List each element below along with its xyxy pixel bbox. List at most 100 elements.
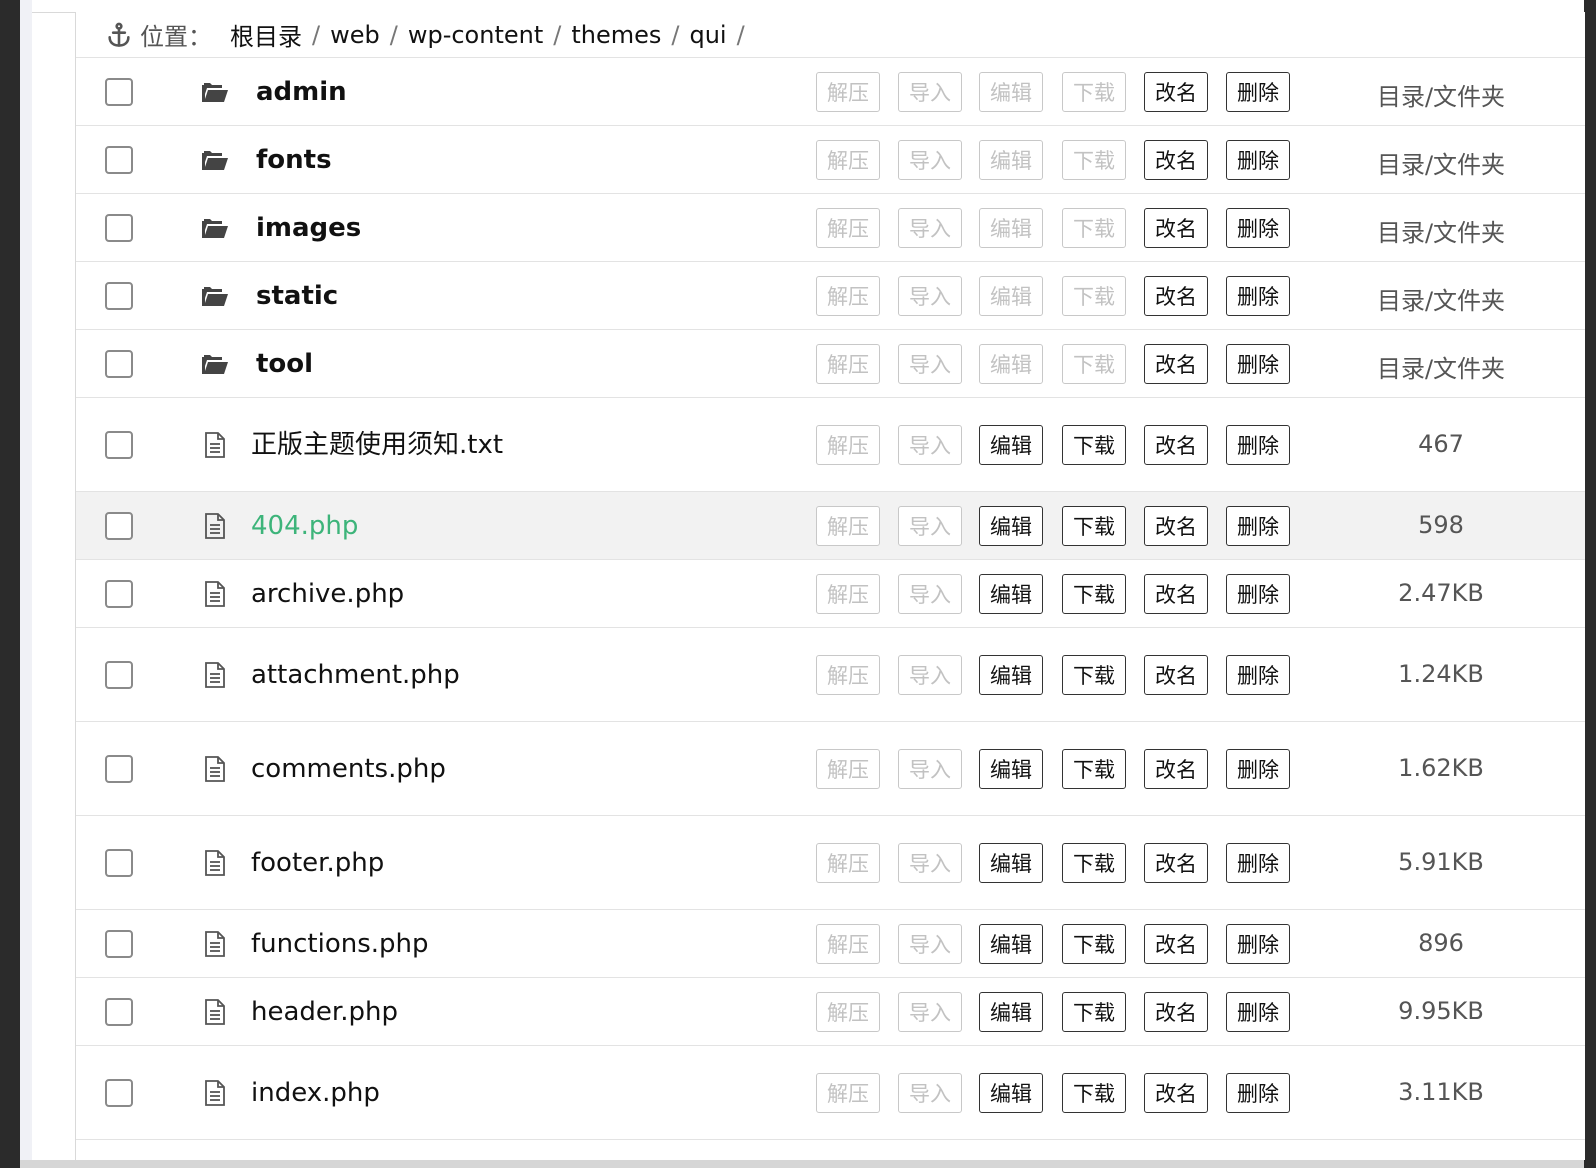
delete-button[interactable]: 删除 [1226,574,1290,614]
rename-button[interactable]: 改名 [1144,655,1208,695]
download-button[interactable]: 下载 [1062,425,1126,465]
breadcrumb-wp-content[interactable]: wp-content [408,21,543,49]
horizontal-scrollbar[interactable] [20,1160,1584,1168]
row-checkbox[interactable] [105,78,133,106]
rename-button[interactable]: 改名 [1144,425,1208,465]
edit-button[interactable]: 编辑 [979,506,1043,546]
delete-button[interactable]: 删除 [1226,72,1290,112]
rename-button[interactable]: 改名 [1144,574,1208,614]
delete-button[interactable]: 删除 [1226,208,1290,248]
download-button[interactable]: 下载 [1062,843,1126,883]
rename-button[interactable]: 改名 [1144,344,1208,384]
edit-button[interactable]: 编辑 [979,425,1043,465]
delete-button[interactable]: 删除 [1226,425,1290,465]
download-button[interactable]: 下载 [1062,924,1126,964]
edit-button[interactable]: 编辑 [979,924,1043,964]
table-row: index.php 解压 导入 编辑 下载 改名 删除 3.11KB [76,1046,1585,1140]
folder-name-link[interactable]: admin [256,76,347,108]
file-name-link[interactable]: archive.php [251,578,404,610]
file-name-link[interactable]: functions.php [251,928,429,960]
breadcrumb-label: 位置： [140,23,212,51]
breadcrumb-web[interactable]: web [330,21,380,49]
breadcrumb-themes[interactable]: themes [571,21,661,49]
delete-button[interactable]: 删除 [1226,843,1290,883]
unzip-button: 解压 [816,344,880,384]
file-name-link[interactable]: comments.php [251,753,446,785]
unzip-button: 解压 [816,655,880,695]
row-checkbox[interactable] [105,214,133,242]
row-checkbox[interactable] [105,431,133,459]
rename-button[interactable]: 改名 [1144,992,1208,1032]
download-button: 下载 [1062,276,1126,316]
breadcrumb: 位置： 根目录 / web / wp-content / themes / qu… [76,12,1585,58]
breadcrumb-qui[interactable]: qui [689,21,726,49]
breadcrumb-root[interactable]: 根目录 [230,17,302,52]
edit-button[interactable]: 编辑 [979,843,1043,883]
entry-type-label: 目录/文件夹 [1376,151,1506,179]
file-name-link[interactable]: attachment.php [251,659,460,691]
edit-button[interactable]: 编辑 [979,1073,1043,1113]
file-name-link[interactable]: index.php [251,1077,380,1109]
delete-button[interactable]: 删除 [1226,924,1290,964]
download-button[interactable]: 下载 [1062,655,1126,695]
row-checkbox[interactable] [105,512,133,540]
edit-button: 编辑 [979,208,1043,248]
file-name-link[interactable]: header.php [251,996,398,1028]
edit-button[interactable]: 编辑 [979,749,1043,789]
delete-button[interactable]: 删除 [1226,655,1290,695]
file-size: 598 [1418,511,1464,539]
folder-name-link[interactable]: static [256,280,338,312]
row-checkbox[interactable] [105,998,133,1026]
row-checkbox[interactable] [105,661,133,689]
download-button[interactable]: 下载 [1062,506,1126,546]
file-name-link[interactable]: 正版主题使用须知.txt [251,429,503,461]
folder-name-link[interactable]: fonts [256,144,332,176]
rename-button[interactable]: 改名 [1144,1073,1208,1113]
table-row: admin 解压 导入 编辑 下载 改名 删除 目录/文件夹 [76,58,1585,126]
row-checkbox[interactable] [105,282,133,310]
download-button[interactable]: 下载 [1062,749,1126,789]
folder-name-link[interactable]: images [256,212,361,244]
delete-button[interactable]: 删除 [1226,344,1290,384]
delete-button[interactable]: 删除 [1226,1073,1290,1113]
rename-button[interactable]: 改名 [1144,924,1208,964]
row-checkbox[interactable] [105,146,133,174]
delete-button[interactable]: 删除 [1226,992,1290,1032]
rename-button[interactable]: 改名 [1144,749,1208,789]
row-checkbox[interactable] [105,849,133,877]
rename-button[interactable]: 改名 [1144,140,1208,180]
file-name-link[interactable]: 404.php [251,510,358,542]
import-button: 导入 [898,924,962,964]
file-name-link[interactable]: footer.php [251,847,384,879]
rename-button[interactable]: 改名 [1144,208,1208,248]
download-button[interactable]: 下载 [1062,574,1126,614]
sidebar-edge [20,0,32,1168]
import-button: 导入 [898,1073,962,1113]
entry-type-label: 目录/文件夹 [1376,83,1506,111]
edit-button[interactable]: 编辑 [979,992,1043,1032]
download-button[interactable]: 下载 [1062,992,1126,1032]
edit-button[interactable]: 编辑 [979,574,1043,614]
import-button: 导入 [898,208,962,248]
rename-button[interactable]: 改名 [1144,506,1208,546]
delete-button[interactable]: 删除 [1226,749,1290,789]
download-button[interactable]: 下载 [1062,1073,1126,1113]
rename-button[interactable]: 改名 [1144,276,1208,316]
entry-type-label: 目录/文件夹 [1376,355,1506,383]
row-checkbox[interactable] [105,930,133,958]
entry-type-label: 目录/文件夹 [1376,287,1506,315]
row-checkbox[interactable] [105,755,133,783]
folder-name-link[interactable]: tool [256,348,313,380]
delete-button[interactable]: 删除 [1226,140,1290,180]
delete-button[interactable]: 删除 [1226,506,1290,546]
delete-button[interactable]: 删除 [1226,276,1290,316]
row-checkbox[interactable] [105,1079,133,1107]
folder-open-icon [200,281,230,311]
table-row: footer.php 解压 导入 编辑 下载 改名 删除 5.91KB [76,816,1585,910]
row-checkbox[interactable] [105,350,133,378]
row-checkbox[interactable] [105,580,133,608]
rename-button[interactable]: 改名 [1144,72,1208,112]
rename-button[interactable]: 改名 [1144,843,1208,883]
edit-button[interactable]: 编辑 [979,655,1043,695]
table-row: functions.php 解压 导入 编辑 下载 改名 删除 896 [76,910,1585,978]
